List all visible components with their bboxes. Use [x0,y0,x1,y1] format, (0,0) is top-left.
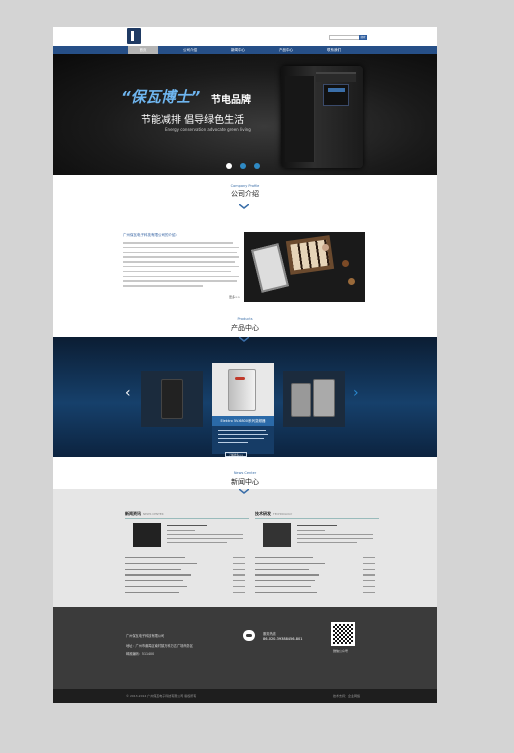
news-column-company: 新闻资讯 NEWS CENTER [125,511,249,593]
banner-slogan-en: Energy conservation advocate green livin… [165,127,251,132]
carousel-dot-3[interactable] [254,163,260,169]
footer-company: 广州保瓦电子科技有限公司 [126,634,165,638]
search-button[interactable]: 搜索 [359,35,367,40]
product-carousel: ‹ › Elektro 5V.6800系列变频器 了解更多>> [53,337,437,457]
news-list [255,555,379,596]
footer-hotline-label: 服务热线 [263,632,276,636]
phone-icon [243,630,255,641]
list-item[interactable] [125,590,249,596]
footer-postcode: 邮政编码：511400 [126,652,155,656]
footer: 广州保瓦电子科技有限公司 地址：广州市番禺区南村镇万科万达广场商务区 邮政编码：… [53,607,437,689]
product-more-button[interactable]: 了解更多>> [225,452,247,457]
about-more-link[interactable]: 更多>> [229,295,240,299]
carousel-dot-1[interactable] [226,163,232,169]
chevron-down-icon [239,489,249,494]
about-heading: 公司介绍 [231,190,259,198]
products-heading-en: Products [237,317,253,321]
news-column-title: 新闻资讯 NEWS CENTER [125,511,249,519]
about-company-name: 广州保瓦电子科技有限公司的介绍： [123,233,179,237]
nav-item-products[interactable]: 产品中心 [271,46,301,54]
header: 搜索 [53,27,437,46]
page: 搜索 首页 公司介绍 新闻中心 产品中心 联系我们 “保瓦博士” 节电品牌 节能… [53,27,437,703]
footer-address: 地址：广州市番禺区南村镇万科万达广场商务区 [126,644,193,648]
banner-brand: “保瓦博士” [121,88,201,106]
carousel-prev-icon[interactable]: ‹ [125,385,131,401]
footer-qr-label: 微信公众号 [333,649,349,653]
news-list [125,555,249,596]
carousel-next-icon[interactable]: › [353,385,359,401]
product-card-featured[interactable] [212,363,274,416]
copyright-text: © 2013-2014 广州保瓦电子科技有限公司 版权所有 [126,694,197,698]
banner-slogan: 节能减排 倡导绿色生活 [141,115,245,126]
product-card[interactable] [141,371,203,427]
carousel-dot-2[interactable] [240,163,246,169]
news-column-tech: 技术研发 TECHNOLOGY [255,511,379,593]
support-link[interactable]: 技术支持：企业网络 [333,694,360,698]
about-text: 广州保瓦电子科技有限公司的介绍： [123,233,241,290]
product-caption: Elektro 5V.6800系列变频器 [212,416,274,426]
banner-title: 节电品牌 [211,95,251,106]
about-heading-en: Company Profile [230,184,260,188]
news-heading-en: News Center [233,471,257,475]
hero-banner[interactable]: “保瓦博士” 节电品牌 节能减排 倡导绿色生活 Energy conservat… [53,54,437,175]
nav-item-news[interactable]: 新闻中心 [223,46,253,54]
nav-item-contact[interactable]: 联系我们 [319,46,349,54]
news-featured-image[interactable] [263,523,291,547]
about-image [244,232,365,302]
nav-item-home[interactable]: 首页 [128,46,158,54]
products-heading: 产品中心 [231,324,259,332]
news-featured-image[interactable] [133,523,161,547]
product-description [212,426,274,454]
news-column-title: 技术研发 TECHNOLOGY [255,511,379,519]
news-heading: 新闻中心 [231,478,259,486]
logo[interactable] [127,28,141,44]
main-nav: 首页 公司介绍 新闻中心 产品中心 联系我们 [53,46,437,54]
footer-hotline: 86-020-39388456-801 [263,637,303,641]
nav-item-about[interactable]: 公司介绍 [175,46,205,54]
news-section: 新闻资讯 NEWS CENTER 技术研发 TECHNOLOGY [53,489,437,607]
list-item[interactable] [255,590,379,596]
chevron-down-icon [239,204,249,209]
banner-product-image [281,66,363,168]
chevron-down-icon [239,337,249,342]
product-card[interactable] [283,371,345,427]
copyright-bar: © 2013-2014 广州保瓦电子科技有限公司 版权所有 技术支持：企业网络 [53,689,437,703]
qr-code-icon [331,622,355,646]
